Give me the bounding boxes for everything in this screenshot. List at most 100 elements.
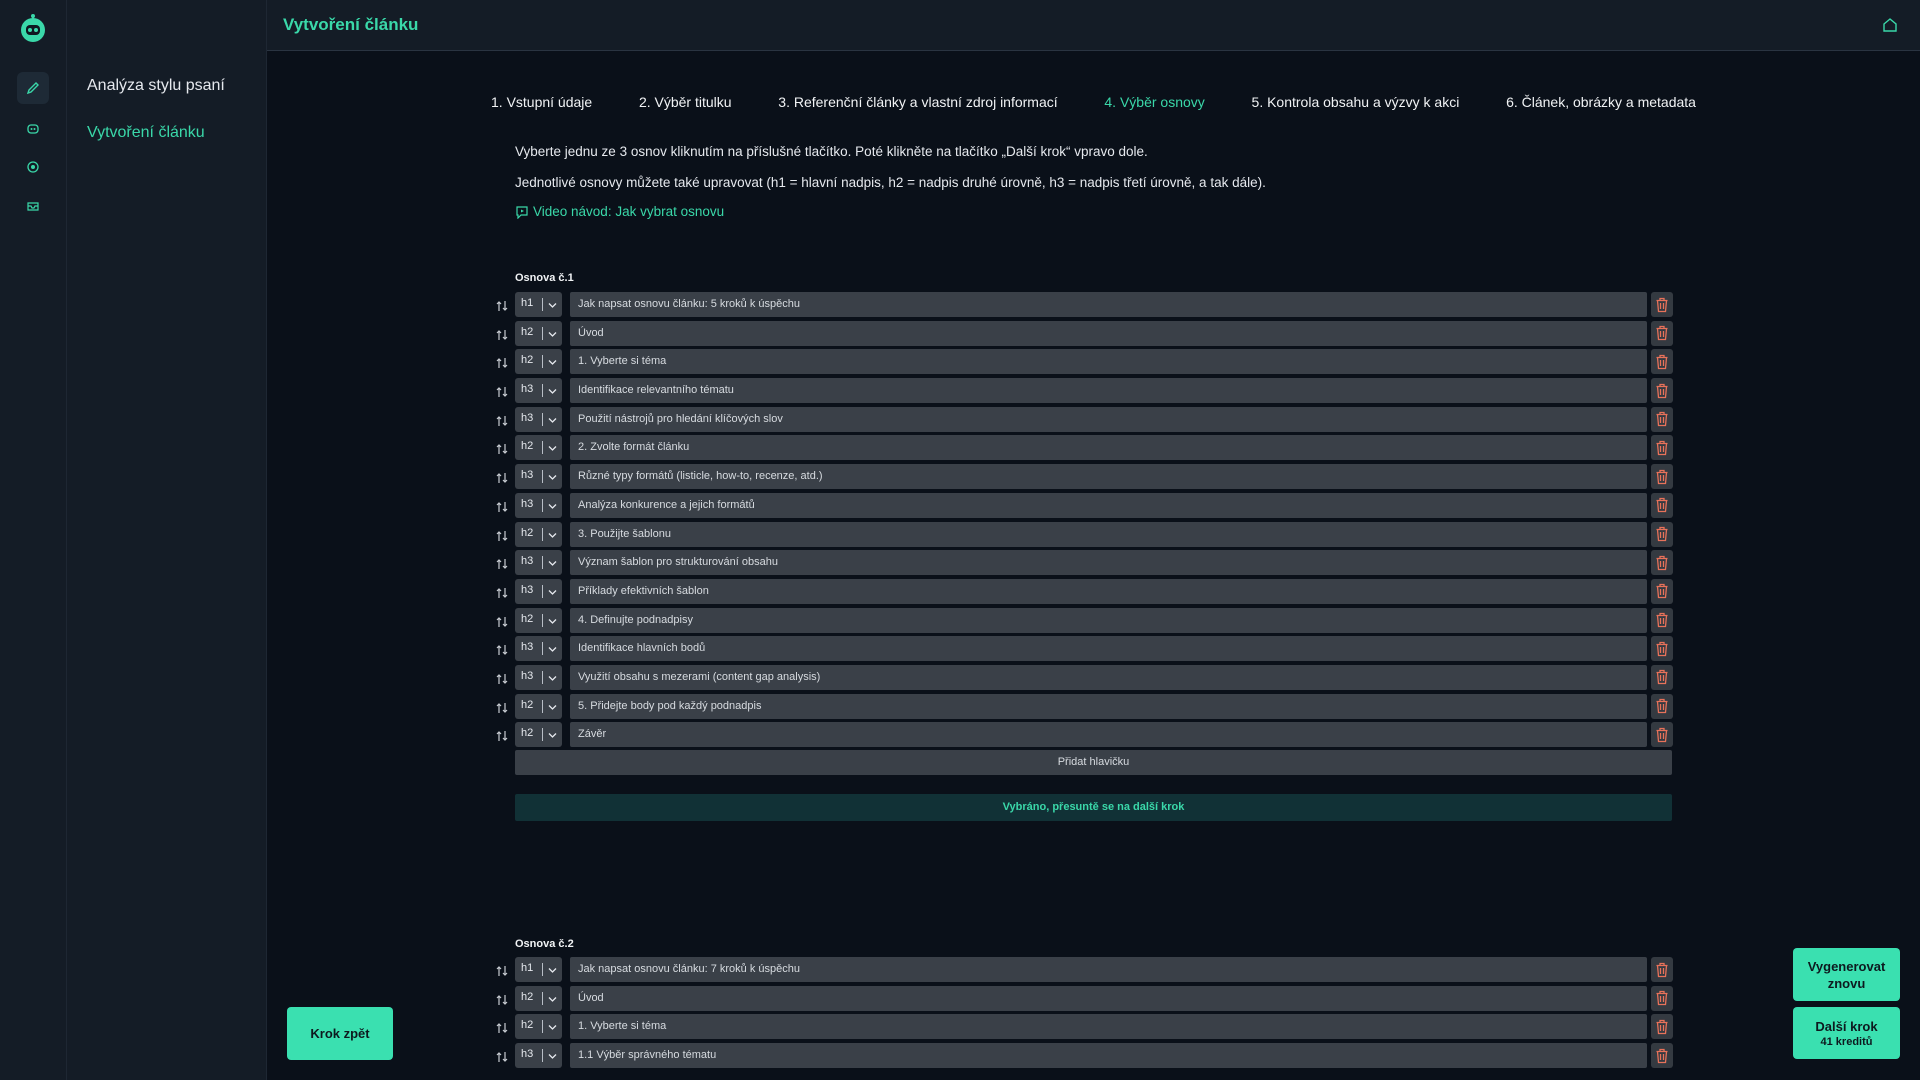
heading-text-input[interactable]: Jak napsat osnovu článku: 7 kroků k úspě… — [570, 957, 1647, 982]
rail-inbox-button[interactable] — [17, 190, 49, 222]
heading-text-input[interactable]: Identifikace hlavních bodů — [570, 636, 1647, 662]
delete-row-button[interactable] — [1651, 550, 1673, 576]
delete-row-button[interactable] — [1651, 349, 1673, 375]
step-5[interactable]: 5. Kontrola obsahu a výzvy k akci — [1252, 94, 1460, 110]
heading-level-select[interactable]: h3 — [515, 464, 562, 490]
heading-level-select[interactable]: h3 — [515, 664, 562, 690]
delete-row-button[interactable] — [1651, 664, 1673, 690]
heading-text-input[interactable]: Příklady efektivních šablon — [570, 578, 1647, 604]
heading-text-input[interactable]: Úvod — [570, 985, 1647, 1011]
heading-level-select[interactable]: h3 — [515, 636, 562, 662]
drag-handle-icon[interactable] — [495, 1021, 509, 1035]
heading-text-input[interactable]: 2. Zvolte formát článku — [570, 435, 1647, 461]
heading-text-input[interactable]: 1. Vyberte si téma — [570, 349, 1647, 375]
robot-logo-icon[interactable] — [18, 14, 48, 44]
delete-row-button[interactable] — [1651, 320, 1673, 346]
heading-text-input[interactable]: Využití obsahu s mezerami (content gap a… — [570, 664, 1647, 690]
drag-handle-icon[interactable] — [495, 701, 509, 715]
heading-level-select[interactable]: h3 — [515, 406, 562, 432]
delete-row-button[interactable] — [1651, 1014, 1673, 1040]
heading-text-input[interactable]: Identifikace relevantního tématu — [570, 378, 1647, 404]
rail-pen-button[interactable] — [17, 72, 49, 104]
delete-row-button[interactable] — [1651, 722, 1673, 748]
step-2[interactable]: 2. Výběr titulku — [639, 94, 732, 110]
heading-text-input[interactable]: Různé typy formátů (listicle, how-to, re… — [570, 464, 1647, 490]
step-4[interactable]: 4. Výběr osnovy — [1104, 94, 1204, 110]
subnav-item-create-article[interactable]: Vytvoření článku — [87, 124, 205, 142]
drag-handle-icon[interactable] — [495, 500, 509, 514]
heading-level-select[interactable]: h3 — [515, 1043, 562, 1069]
rail-target-button[interactable] — [17, 151, 49, 183]
drag-handle-icon[interactable] — [495, 442, 509, 456]
heading-text-input[interactable]: Analýza konkurence a jejich formátů — [570, 492, 1647, 518]
next-step-button[interactable]: Další krok 41 kreditů — [1793, 1007, 1900, 1059]
heading-level-select[interactable]: h3 — [515, 378, 562, 404]
drag-handle-icon[interactable] — [495, 643, 509, 657]
heading-level-select[interactable]: h1 — [515, 957, 562, 982]
delete-row-button[interactable] — [1651, 521, 1673, 547]
add-heading-button[interactable]: Přidat hlavičku — [515, 750, 1672, 775]
delete-row-button[interactable] — [1651, 636, 1673, 662]
drag-handle-icon[interactable] — [495, 299, 509, 313]
drag-handle-icon[interactable] — [495, 672, 509, 686]
heading-text-input[interactable]: Závěr — [570, 722, 1647, 748]
drag-handle-icon[interactable] — [495, 557, 509, 571]
heading-level-select[interactable]: h2 — [515, 521, 562, 547]
step-1[interactable]: 1. Vstupní údaje — [491, 94, 592, 110]
drag-handle-icon[interactable] — [495, 615, 509, 629]
heading-text-input[interactable]: Použití nástrojů pro hledání klíčových s… — [570, 406, 1647, 432]
delete-row-button[interactable] — [1651, 435, 1673, 461]
delete-row-button[interactable] — [1651, 378, 1673, 404]
video-tutorial-link[interactable]: Video návod: Jak vybrat osnovu — [515, 204, 724, 219]
drag-handle-icon[interactable] — [495, 529, 509, 543]
heading-level-select[interactable]: h3 — [515, 492, 562, 518]
drag-handle-icon[interactable] — [495, 328, 509, 342]
drag-handle-icon[interactable] — [495, 729, 509, 743]
rail-robot-button[interactable] — [17, 112, 49, 144]
step-3[interactable]: 3. Referenční články a vlastní zdroj inf… — [778, 94, 1057, 110]
subnav-item-style-analysis[interactable]: Analýza stylu psaní — [87, 77, 225, 95]
delete-row-button[interactable] — [1651, 406, 1673, 432]
heading-text-input[interactable]: 4. Definujte podnadpisy — [570, 607, 1647, 633]
heading-level-select[interactable]: h2 — [515, 722, 562, 748]
delete-row-button[interactable] — [1651, 693, 1673, 719]
delete-row-button[interactable] — [1651, 492, 1673, 518]
regenerate-button[interactable]: Vygenerovat znovu — [1793, 948, 1900, 1001]
heading-level-select[interactable]: h2 — [515, 1014, 562, 1040]
drag-handle-icon[interactable] — [495, 414, 509, 428]
heading-text-input[interactable]: 1. Vyberte si téma — [570, 1014, 1647, 1040]
heading-level-select[interactable]: h2 — [515, 320, 562, 346]
heading-level-select[interactable]: h2 — [515, 435, 562, 461]
heading-level-select[interactable]: h2 — [515, 349, 562, 375]
delete-row-button[interactable] — [1651, 578, 1673, 604]
heading-text-input[interactable]: 5. Přidejte body pod každý podnadpis — [570, 693, 1647, 719]
heading-text-input[interactable]: 1.1 Výběr správného tématu — [570, 1043, 1647, 1069]
heading-level-select[interactable]: h2 — [515, 607, 562, 633]
delete-row-button[interactable] — [1651, 607, 1673, 633]
drag-handle-icon[interactable] — [495, 356, 509, 370]
delete-row-button[interactable] — [1651, 464, 1673, 490]
heading-level-select[interactable]: h3 — [515, 578, 562, 604]
home-icon[interactable] — [1882, 17, 1898, 38]
heading-level-select[interactable]: h1 — [515, 292, 562, 317]
delete-row-button[interactable] — [1651, 985, 1673, 1011]
heading-text-input[interactable]: Jak napsat osnovu článku: 5 kroků k úspě… — [570, 292, 1647, 317]
heading-level-select[interactable]: h3 — [515, 550, 562, 576]
heading-level-select[interactable]: h2 — [515, 693, 562, 719]
drag-handle-icon[interactable] — [495, 993, 509, 1007]
heading-level-select[interactable]: h2 — [515, 985, 562, 1011]
heading-text-input[interactable]: 3. Použijte šablonu — [570, 521, 1647, 547]
heading-text-input[interactable]: Úvod — [570, 320, 1647, 346]
drag-handle-icon[interactable] — [495, 964, 509, 978]
drag-handle-icon[interactable] — [495, 471, 509, 485]
delete-row-button[interactable] — [1651, 957, 1673, 982]
drag-handle-icon[interactable] — [495, 586, 509, 600]
heading-text-input[interactable]: Význam šablon pro strukturování obsahu — [570, 550, 1647, 576]
step-6[interactable]: 6. Článek, obrázky a metadata — [1506, 94, 1696, 110]
delete-row-button[interactable] — [1651, 292, 1673, 317]
delete-row-button[interactable] — [1651, 1043, 1673, 1069]
back-button[interactable]: Krok zpět — [287, 1007, 393, 1060]
drag-handle-icon[interactable] — [495, 385, 509, 399]
drag-handle-icon[interactable] — [495, 1050, 509, 1064]
outline-1-select-button[interactable]: Vybráno, přesuntě se na další krok — [515, 794, 1672, 821]
